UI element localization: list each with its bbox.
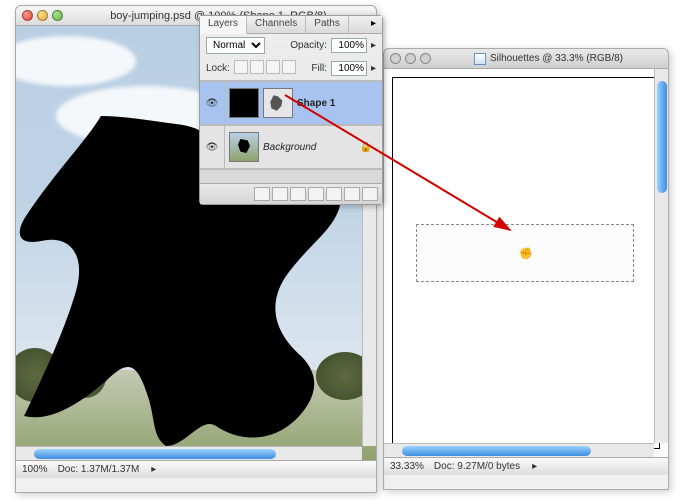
chevron-right-icon[interactable]: ▸ bbox=[151, 464, 156, 475]
opacity-label: Opacity: bbox=[290, 40, 327, 51]
minimize-icon[interactable] bbox=[405, 53, 416, 64]
statusbar: 100% Doc: 1.37M/1.37M ▸ bbox=[16, 460, 376, 478]
group-icon[interactable] bbox=[326, 187, 342, 201]
zoom-icon[interactable] bbox=[52, 10, 63, 21]
layer-thumb[interactable] bbox=[229, 132, 259, 162]
mask-icon[interactable] bbox=[290, 187, 306, 201]
close-icon[interactable] bbox=[390, 53, 401, 64]
layer-name[interactable]: Background bbox=[263, 142, 316, 153]
hand-cursor-icon: ✊ bbox=[519, 247, 533, 260]
doc-size: Doc: 9.27M/0 bytes bbox=[434, 461, 520, 472]
minimize-icon[interactable] bbox=[37, 10, 48, 21]
horizontal-scrollbar[interactable] bbox=[16, 446, 362, 460]
fill-label: Fill: bbox=[311, 63, 327, 74]
vector-mask-thumb[interactable] bbox=[263, 88, 293, 118]
palette-buttons bbox=[200, 183, 382, 204]
palette-menu-icon[interactable]: ▸ bbox=[365, 16, 382, 33]
fill-input[interactable] bbox=[331, 61, 367, 76]
visibility-icon[interactable]: 👁 bbox=[204, 98, 220, 109]
link-icon[interactable] bbox=[254, 187, 270, 201]
layer-mask-thumb[interactable] bbox=[229, 88, 259, 118]
palette-tabs: Layers Channels Paths ▸ bbox=[200, 16, 382, 34]
silhouettes-window: Silhouettes @ 33.3% (RGB/8) ✊ 33.33% Doc… bbox=[383, 48, 669, 490]
lock-paint-icon[interactable] bbox=[250, 60, 264, 74]
zoom-icon[interactable] bbox=[420, 53, 431, 64]
window-title: Silhouettes @ 33.3% (RGB/8) bbox=[435, 52, 662, 64]
zoom-level[interactable]: 33.33% bbox=[390, 461, 424, 472]
lock-icon: 🔒 bbox=[360, 142, 372, 153]
statusbar: 33.33% Doc: 9.27M/0 bytes ▸ bbox=[384, 457, 668, 475]
layer-list: 👁 Shape 1 👁 Background 🔒 bbox=[200, 81, 382, 183]
zoom-level[interactable]: 100% bbox=[22, 464, 48, 475]
lock-position-icon[interactable] bbox=[266, 60, 280, 74]
chevron-right-icon[interactable]: ▸ bbox=[532, 461, 537, 472]
layer-name[interactable]: Shape 1 bbox=[297, 98, 335, 109]
doc-size: Doc: 1.37M/1.37M bbox=[58, 464, 140, 475]
lock-label: Lock: bbox=[206, 63, 230, 74]
lock-all-icon[interactable] bbox=[282, 60, 296, 74]
layer-background[interactable]: 👁 Background 🔒 bbox=[200, 125, 382, 169]
visibility-icon[interactable]: 👁 bbox=[204, 142, 220, 153]
chevron-right-icon[interactable]: ▸ bbox=[371, 40, 376, 51]
lock-transparency-icon[interactable] bbox=[234, 60, 248, 74]
layers-palette: Layers Channels Paths ▸ Normal Opacity: … bbox=[199, 15, 383, 205]
vertical-scrollbar[interactable] bbox=[654, 69, 668, 443]
trash-icon[interactable] bbox=[362, 187, 378, 201]
adjustment-icon[interactable] bbox=[308, 187, 324, 201]
close-icon[interactable] bbox=[22, 10, 33, 21]
fx-icon[interactable] bbox=[272, 187, 288, 201]
blend-mode-select[interactable]: Normal bbox=[206, 37, 265, 54]
opacity-input[interactable] bbox=[331, 38, 367, 53]
tab-layers[interactable]: Layers bbox=[200, 16, 247, 34]
canvas[interactable]: ✊ bbox=[384, 69, 668, 457]
lock-buttons bbox=[234, 60, 298, 77]
layer-shape-1[interactable]: 👁 Shape 1 bbox=[200, 81, 382, 125]
tab-channels[interactable]: Channels bbox=[247, 16, 306, 33]
chevron-right-icon[interactable]: ▸ bbox=[371, 63, 376, 74]
titlebar[interactable]: Silhouettes @ 33.3% (RGB/8) bbox=[384, 49, 668, 69]
horizontal-scrollbar[interactable] bbox=[384, 443, 654, 457]
document-icon bbox=[474, 53, 486, 65]
tab-paths[interactable]: Paths bbox=[306, 16, 349, 33]
new-layer-icon[interactable] bbox=[344, 187, 360, 201]
